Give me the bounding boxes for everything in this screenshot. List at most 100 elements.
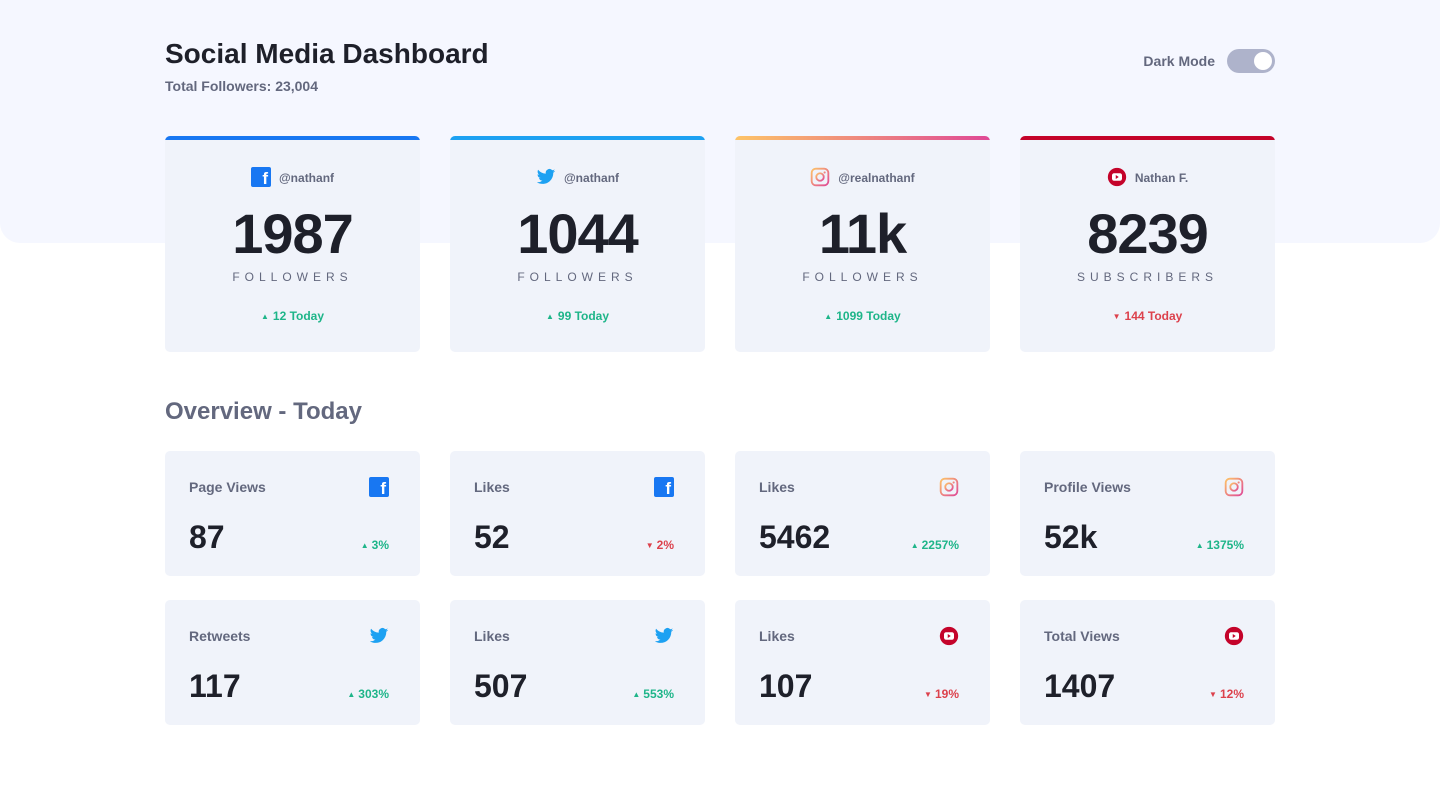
- arrow-up-icon: ▲: [824, 311, 833, 321]
- overview-metric-label: Profile Views: [1044, 479, 1131, 495]
- arrow-down-icon: ▼: [1112, 311, 1121, 321]
- arrow-down-icon: ▼: [645, 540, 654, 550]
- overview-change: ▲ 2257%: [911, 538, 959, 552]
- arrow-down-icon: ▼: [1209, 689, 1217, 699]
- overview-card[interactable]: Likes 5462 ▲ 2257%: [735, 451, 990, 576]
- overview-change-text: 553%: [643, 687, 674, 701]
- youtube-icon: [1107, 167, 1127, 190]
- arrow-up-icon: ▲: [1195, 540, 1204, 550]
- follower-card-instagram[interactable]: @realnathanf 11k FOLLOWERS ▲ 1099 Today: [735, 136, 990, 352]
- follower-card-twitter[interactable]: @nathanf 1044 FOLLOWERS ▲ 99 Today: [450, 136, 705, 352]
- overview-change: ▲ 303%: [347, 687, 389, 701]
- daily-change-text: 1099 Today: [836, 309, 901, 323]
- overview-change-text: 2257%: [921, 538, 959, 552]
- handle-text: @realnathanf: [838, 171, 915, 185]
- twitter-icon: [536, 167, 556, 190]
- facebook-icon: [369, 477, 389, 499]
- card-accent-bar: [735, 136, 990, 140]
- twitter-icon: [654, 626, 674, 646]
- arrow-up-icon: ▲: [260, 311, 269, 321]
- follower-count: 1044: [517, 202, 639, 265]
- dark-mode-toggle[interactable]: [1227, 49, 1275, 73]
- daily-change: ▲ 12 Today: [165, 309, 420, 323]
- card-handle: Nathan F.: [1020, 167, 1275, 190]
- overview-title: Overview - Today: [165, 398, 362, 425]
- overview-metric-value: 117: [189, 668, 241, 704]
- overview-change: ▼ 19%: [924, 687, 959, 701]
- card-accent-bar: [450, 136, 705, 140]
- overview-change: ▼ 12%: [1209, 687, 1244, 701]
- overview-change-text: 19%: [934, 687, 959, 701]
- overview-metric-value: 52k: [1044, 519, 1098, 555]
- overview-card[interactable]: Total Views 1407 ▼ 12%: [1020, 600, 1275, 725]
- daily-change: ▲ 99 Today: [450, 309, 705, 323]
- overview-card[interactable]: Profile Views 52k ▲ 1375%: [1020, 451, 1275, 576]
- overview-change-text: 12%: [1219, 687, 1244, 701]
- overview-card[interactable]: Retweets 117 ▲ 303%: [165, 600, 420, 725]
- overview-metric-value: 52: [474, 519, 510, 555]
- twitter-icon: [369, 626, 389, 646]
- follower-label: FOLLOWERS: [517, 270, 638, 284]
- overview-change-text: 303%: [358, 687, 389, 701]
- facebook-icon: [250, 166, 271, 190]
- handle-text: @nathanf: [278, 171, 335, 185]
- overview-metric-value: 107: [759, 668, 813, 704]
- daily-change-text: 12 Today: [272, 309, 325, 323]
- card-handle: @nathanf: [450, 168, 705, 188]
- instagram-icon: [1224, 477, 1244, 497]
- overview-metric-label: Likes: [474, 479, 510, 495]
- overview-metric-label: Total Views: [1044, 628, 1120, 644]
- overview-metric-label: Likes: [474, 628, 510, 644]
- overview-change: ▲ 1375%: [1196, 538, 1244, 552]
- follower-count: 11k: [818, 202, 907, 265]
- total-followers: Total Followers: 23,004: [165, 78, 319, 94]
- instagram-icon: [810, 167, 830, 190]
- overview-metric-label: Retweets: [189, 628, 251, 644]
- instagram-icon: [939, 477, 959, 497]
- follower-card-youtube[interactable]: Nathan F. 8239 SUBSCRIBERS ▼ 144 Today: [1020, 136, 1275, 352]
- dark-mode-control: Dark Mode: [1143, 49, 1275, 73]
- overview-metric-value: 1407: [1044, 668, 1116, 704]
- overview-change-text: 1375%: [1206, 538, 1244, 552]
- overview-card[interactable]: Likes 507 ▲ 553%: [450, 600, 705, 725]
- follower-cards: @nathanf1987FOLLOWERS▲12 Today@nathanf10…: [165, 136, 1275, 352]
- overview-grid: Page Views87▲3%Likes52▼2%Likes5462▲2257%…: [165, 451, 1275, 725]
- card-accent-bar: [165, 136, 420, 140]
- follower-label: SUBSCRIBERS: [1076, 270, 1219, 284]
- overview-change-text: 3%: [371, 538, 389, 552]
- card-handle: @realnathanf: [735, 167, 990, 190]
- page-title: Social Media Dashboard: [165, 38, 489, 69]
- card-accent-bar: [1020, 136, 1275, 140]
- facebook-icon: [654, 477, 674, 499]
- overview-metric-label: Likes: [759, 479, 795, 495]
- arrow-up-icon: ▲: [545, 311, 554, 321]
- follower-label: FOLLOWERS: [802, 270, 923, 284]
- overview-metric-label: Likes: [759, 628, 795, 644]
- arrow-up-icon: ▲: [632, 689, 641, 699]
- follower-count: 1987: [232, 202, 354, 265]
- overview-change-text: 2%: [656, 538, 674, 552]
- arrow-down-icon: ▼: [924, 689, 932, 699]
- follower-label: FOLLOWERS: [232, 270, 353, 284]
- overview-change: ▼ 2%: [646, 538, 674, 552]
- overview-change: ▲ 553%: [632, 687, 674, 701]
- follower-count: 8239: [1087, 202, 1209, 265]
- daily-change: ▲ 1099 Today: [735, 309, 990, 323]
- handle-text: @nathanf: [563, 171, 620, 185]
- overview-change: ▲ 3%: [361, 538, 389, 552]
- handle-text: Nathan F.: [1134, 171, 1189, 185]
- arrow-up-icon: ▲: [910, 540, 919, 550]
- overview-metric-label: Page Views: [189, 479, 266, 495]
- arrow-up-icon: ▲: [360, 540, 369, 550]
- overview-card[interactable]: Likes 52 ▼2%: [450, 451, 705, 576]
- arrow-up-icon: ▲: [347, 689, 356, 699]
- daily-change: ▼ 144 Today: [1020, 309, 1275, 323]
- follower-card-facebook[interactable]: @nathanf 1987 FOLLOWERS ▲12 Today: [165, 136, 420, 352]
- youtube-icon: [1224, 626, 1244, 646]
- toggle-knob: [1254, 52, 1272, 70]
- overview-metric-value: 87: [189, 519, 225, 555]
- page-header: Social Media Dashboard Total Followers: …: [165, 38, 1275, 98]
- overview-card[interactable]: Page Views 87 ▲3%: [165, 451, 420, 576]
- overview-card[interactable]: Likes 107 ▼ 19%: [735, 600, 990, 725]
- youtube-icon: [939, 626, 959, 646]
